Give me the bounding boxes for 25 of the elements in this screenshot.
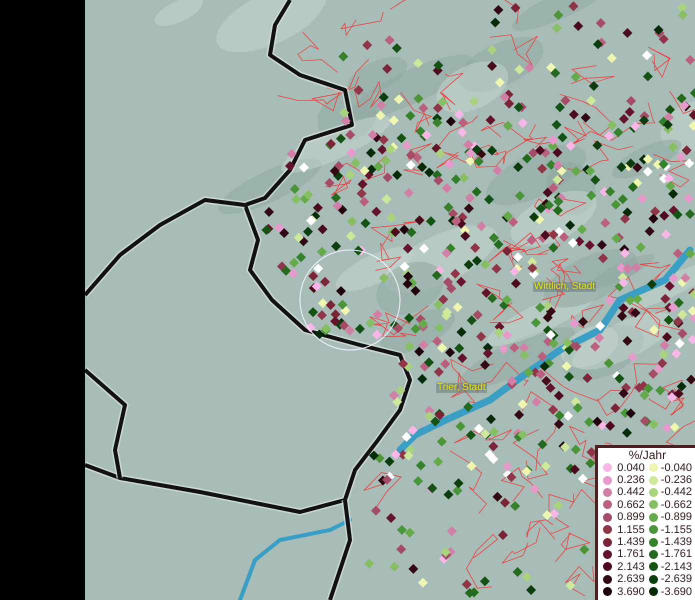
legend-value: -3.690	[660, 586, 692, 598]
legend-value: 0.040	[616, 462, 645, 474]
legend-value: 3.690	[616, 586, 645, 598]
legend-value: -1.439	[660, 536, 692, 548]
place-label: Wittlich, Stadt	[533, 282, 596, 292]
legend-value: -1.761	[660, 548, 692, 561]
legend-value: 0.662	[616, 498, 645, 512]
legend-value: 2.143	[616, 560, 645, 574]
legend-value: 1.155	[616, 524, 645, 536]
legend-value: -0.236	[660, 474, 692, 486]
legend-value: 1.439	[616, 536, 645, 548]
place-label: Trier, Stadt	[436, 383, 487, 393]
legend-value: 0.442	[616, 486, 645, 499]
legend-value: -0.899	[660, 511, 692, 524]
legend-value: -1.155	[660, 524, 692, 536]
legend-value: -2.639	[660, 573, 692, 586]
legend-value: 0.899	[616, 511, 645, 524]
legend-value: 1.761	[616, 548, 645, 561]
legend-value: -0.442	[660, 486, 692, 499]
legend-title: %/Jahr	[628, 449, 668, 462]
legend-value: 0.236	[616, 474, 645, 486]
legend-value: -2.143	[660, 560, 692, 574]
legend-value: -0.662	[660, 498, 692, 512]
legend-value: -0.040	[660, 462, 692, 474]
legend-value: 2.639	[616, 573, 645, 586]
